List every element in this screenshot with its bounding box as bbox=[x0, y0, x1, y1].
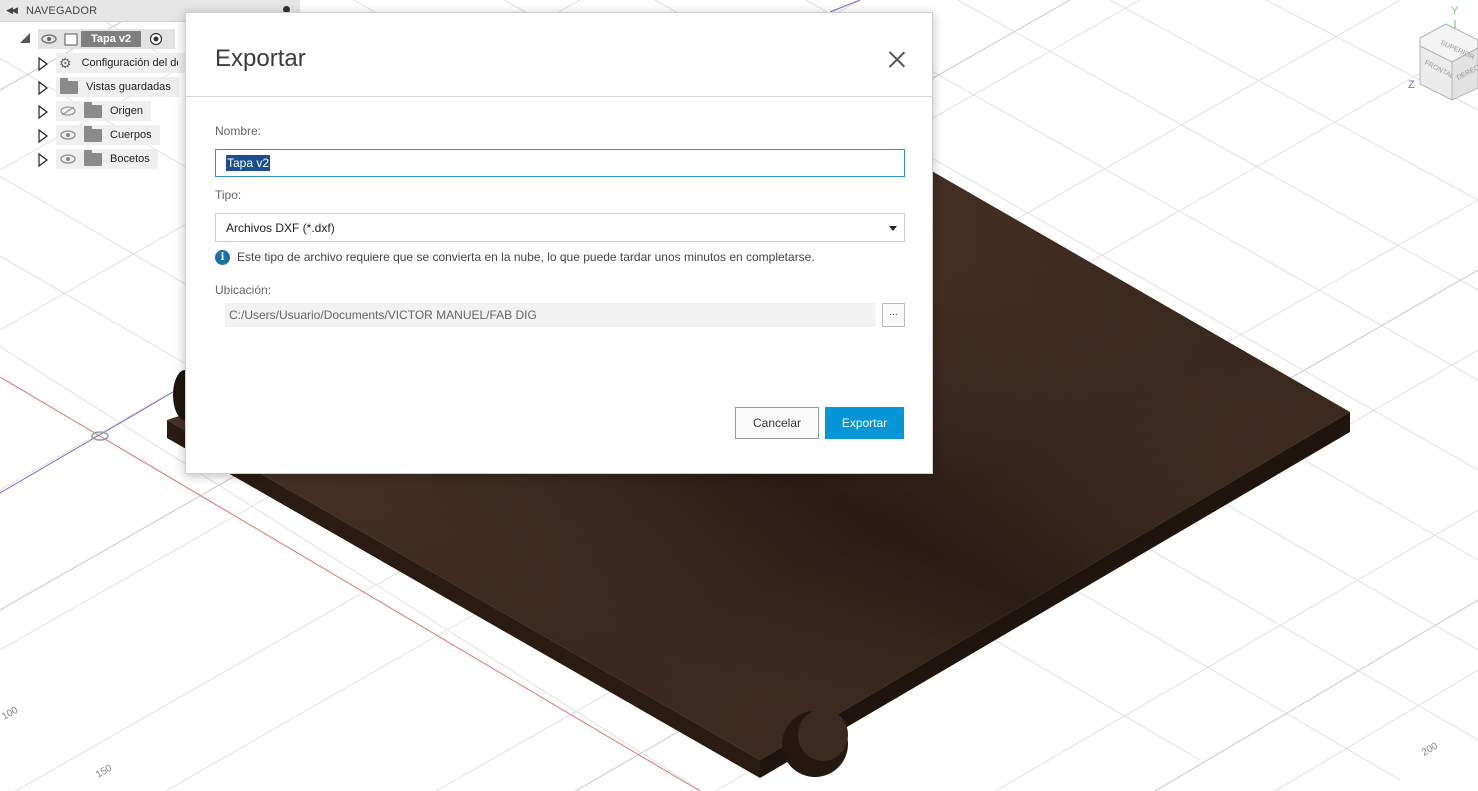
tree-item-origin[interactable]: Origen bbox=[0, 100, 185, 122]
expand-arrow-icon[interactable] bbox=[38, 153, 48, 167]
viewcube-axis-y: Y bbox=[1451, 5, 1459, 17]
folder-icon bbox=[84, 149, 102, 166]
eye-icon[interactable] bbox=[41, 34, 57, 44]
location-value: C:/Users/Usuario/Documents/VICTOR MANUEL… bbox=[229, 308, 537, 322]
tree-item-sketches[interactable]: Bocetos bbox=[0, 148, 185, 170]
expand-arrow-icon[interactable] bbox=[38, 81, 48, 95]
divider bbox=[186, 96, 932, 97]
dialog-title: Exportar bbox=[215, 45, 306, 72]
close-icon[interactable] bbox=[886, 49, 908, 71]
tree-item-chip: Vistas guardadas bbox=[56, 77, 179, 97]
dropdown-caret-icon bbox=[889, 226, 897, 231]
tree-root[interactable]: Tapa v2 bbox=[0, 28, 185, 50]
folder-icon bbox=[84, 125, 102, 142]
tree-item-chip: Cuerpos bbox=[56, 125, 160, 145]
expand-arrow-icon[interactable] bbox=[38, 129, 48, 143]
gear-icon: ⚙ bbox=[59, 54, 72, 71]
collapse-panel-icon[interactable]: ◀◀ bbox=[0, 5, 22, 16]
info-text: Este tipo de archivo requiere que se con… bbox=[237, 250, 815, 264]
root-label: Tapa v2 bbox=[81, 31, 142, 47]
tree-item-label: Cuerpos bbox=[110, 129, 152, 141]
viewcube-axis-z: Z bbox=[1408, 79, 1415, 91]
tree-item-chip: ⚙ Configuración del do bbox=[56, 53, 186, 73]
type-select-value: Archivos DXF (*.dxf) bbox=[226, 220, 335, 235]
folder-icon bbox=[60, 77, 78, 94]
tree-item-bodies[interactable]: Cuerpos bbox=[0, 124, 185, 146]
tree-item-label: Configuración del do bbox=[81, 57, 178, 69]
type-label: Tipo: bbox=[215, 188, 242, 202]
tree-item-label: Origen bbox=[110, 105, 144, 117]
activate-radio-icon[interactable] bbox=[149, 32, 163, 46]
root-chip[interactable]: Tapa v2 bbox=[38, 29, 175, 49]
viewcube[interactable]: Y Z SUPERIOR FRONTAL DERECHA bbox=[1400, 0, 1478, 110]
component-icon bbox=[64, 33, 78, 46]
export-dialog: Exportar Nombre: Tapa v2 Tipo: Archivos … bbox=[185, 12, 933, 474]
name-input-value: Tapa v2 bbox=[226, 155, 271, 171]
folder-icon bbox=[84, 101, 102, 118]
eye-icon[interactable] bbox=[60, 130, 76, 140]
export-button[interactable]: Exportar bbox=[825, 407, 904, 439]
tree-item-chip: Bocetos bbox=[56, 149, 158, 169]
collapse-tree-icon[interactable] bbox=[19, 32, 31, 44]
browse-button[interactable]: ... bbox=[882, 303, 905, 327]
tree-item-document-settings[interactable]: ⚙ Configuración del do bbox=[0, 52, 186, 74]
tree-item-saved-views[interactable]: Vistas guardadas bbox=[0, 76, 185, 98]
navigator-title: NAVEGADOR bbox=[26, 4, 98, 17]
name-label: Nombre: bbox=[215, 124, 262, 138]
cloud-conversion-notice: i Este tipo de archivo requiere que se c… bbox=[215, 249, 815, 265]
tree-item-chip: Origen bbox=[56, 101, 152, 121]
info-icon: i bbox=[215, 249, 230, 265]
tree-item-label: Bocetos bbox=[110, 153, 150, 165]
type-select[interactable]: Archivos DXF (*.dxf) bbox=[215, 213, 905, 242]
expand-arrow-icon[interactable] bbox=[38, 105, 48, 119]
location-field: C:/Users/Usuario/Documents/VICTOR MANUEL… bbox=[225, 303, 875, 327]
location-label: Ubicación: bbox=[215, 283, 272, 297]
name-input[interactable]: Tapa v2 bbox=[215, 149, 905, 177]
eye-hidden-icon[interactable] bbox=[60, 106, 76, 116]
cancel-button[interactable]: Cancelar bbox=[735, 407, 819, 439]
expand-arrow-icon[interactable] bbox=[38, 57, 48, 71]
tree-item-label: Vistas guardadas bbox=[86, 81, 171, 93]
eye-icon[interactable] bbox=[60, 154, 76, 164]
